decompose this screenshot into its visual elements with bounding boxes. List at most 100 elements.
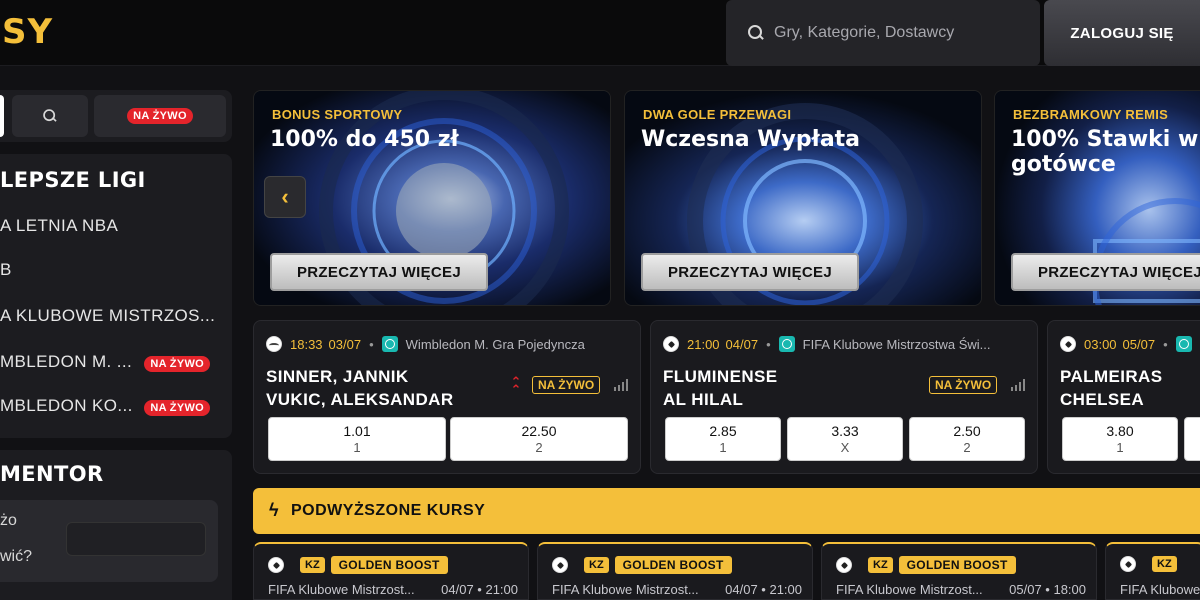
odd-button[interactable] <box>1184 417 1200 461</box>
kz-badge: KZ <box>300 557 325 573</box>
separator-dot: • <box>1163 336 1168 352</box>
tennis-ball-icon <box>266 336 282 352</box>
odd-button[interactable]: 3.33 X <box>787 417 903 461</box>
league-label: A LETNIA NBA <box>0 216 119 235</box>
search-placeholder: Gry, Kategorie, Dostawcy <box>774 24 955 41</box>
boost-card[interactable]: KZ GOLDEN BOOST FIFA Klubowe Mistrzost..… <box>537 542 813 600</box>
site-logo[interactable]: SY <box>2 12 53 52</box>
boost-datetime: 05/07 • 18:00 <box>1009 582 1086 597</box>
tab-search[interactable] <box>12 95 88 137</box>
soccer-ball-icon <box>552 557 568 573</box>
kz-badge: KZ <box>868 557 893 573</box>
separator-dot: • <box>369 336 374 352</box>
live-badge: NA ŻYWO <box>144 356 210 372</box>
match-teams: SINNER, JANNIK VUKIC, ALEKSANDAR <box>266 365 454 411</box>
boost-card[interactable]: KZ FIFA Klubowe Mistrzost... <box>1105 542 1200 600</box>
banner-subtitle: DWA GOLE PRZEWAGI <box>643 107 792 122</box>
lightning-icon <box>269 500 281 521</box>
boosted-odds-header[interactable]: PODWYŻSZONE KURSY <box>253 488 1200 534</box>
login-button[interactable]: ZALOGUJ SIĘ <box>1044 0 1200 66</box>
odd-value: 1.01 <box>343 423 371 439</box>
chevron-left-icon: ‹ <box>281 184 289 209</box>
mentor-title: MENTOR <box>0 462 104 486</box>
banner-subtitle: BEZBRAMKOWY REMIS <box>1013 107 1169 122</box>
mentor-text: żo <box>0 512 17 529</box>
tab-sports[interactable] <box>0 95 4 137</box>
sidebar-league-item[interactable]: A KLUBOWE MISTRZOS... <box>0 304 232 328</box>
read-more-button[interactable]: PRZECZYTAJ WIĘCEJ <box>1011 253 1200 291</box>
soccer-ball-icon <box>1120 556 1136 572</box>
serve-indicator-icon: ⌃ ⌃ <box>510 374 522 397</box>
read-more-button[interactable]: PRZECZYTAJ WIĘCEJ <box>270 253 488 291</box>
odd-value: 3.80 <box>1106 423 1134 439</box>
mentor-input[interactable] <box>66 522 206 556</box>
league-label: MBLEDON KO... <box>0 396 133 415</box>
mentor-box: żo wić? <box>0 500 218 582</box>
match-card[interactable]: 03:00 05/07 • PALMEIRAS CHELSEA 3.80 1 <box>1047 320 1200 474</box>
read-more-button[interactable]: PRZECZYTAJ WIĘCEJ <box>641 253 859 291</box>
match-league: Wimbledon M. Gra Pojedyncza <box>405 336 585 352</box>
odd-button[interactable]: 2.85 1 <box>665 417 781 461</box>
match-header: 03:00 05/07 • <box>1060 335 1200 353</box>
golden-boost-badge: GOLDEN BOOST <box>614 556 732 574</box>
match-teams: FLUMINENSE AL HILAL <box>663 365 778 411</box>
kz-badge: KZ <box>1152 556 1177 572</box>
match-card[interactable]: 18:33 03/07 • Wimbledon M. Gra Pojedyncz… <box>253 320 641 474</box>
boost-card[interactable]: KZ GOLDEN BOOST FIFA Klubowe Mistrzost..… <box>821 542 1097 600</box>
carousel-prev-button[interactable]: ‹ <box>264 176 306 218</box>
leagues-title: LEPSZE LIGI <box>0 168 146 192</box>
league-label: MBLEDON M. ... <box>0 352 133 371</box>
promo-banner[interactable]: DWA GOLE PRZEWAGI Wczesna Wypłata PRZECZ… <box>624 90 982 306</box>
odd-value: 3.33 <box>831 423 859 439</box>
live-badge: NA ŻYWO <box>127 108 193 124</box>
stats-icon[interactable] <box>614 379 628 391</box>
match-header: 21:00 04/07 • FIFA Klubowe Mistrzostwa Ś… <box>663 335 991 353</box>
tab-live[interactable]: NA ŻYWO <box>94 95 226 137</box>
odd-label: 1 <box>353 440 361 455</box>
boost-league: FIFA Klubowe Mistrzost... <box>836 582 983 597</box>
sidebar-league-item[interactable]: MBLEDON M. ... NA ŻYWO <box>0 350 232 374</box>
live-badge: NA ŻYWO <box>144 400 210 416</box>
top-header: SY Gry, Kategorie, Dostawcy ZALOGUJ SIĘ <box>0 0 1200 66</box>
promo-banner[interactable]: BEZBRAMKOWY REMIS 100% Stawki w gotówce … <box>994 90 1200 306</box>
soccer-ball-icon <box>1060 336 1076 352</box>
odd-label: 2 <box>963 440 971 455</box>
odd-label: 2 <box>535 440 543 455</box>
match-card[interactable]: 21:00 04/07 • FIFA Klubowe Mistrzostwa Ś… <box>650 320 1038 474</box>
sidebar-league-item[interactable]: A LETNIA NBA <box>0 214 232 238</box>
sidebar-league-item[interactable]: B <box>0 258 232 282</box>
globe-icon <box>381 336 398 352</box>
top-leagues-panel: LEPSZE LIGI A LETNIA NBA B A KLUBOWE MIS… <box>0 154 232 438</box>
sidebar-tabs: NA ŻYWO <box>0 90 232 142</box>
sidebar-league-item[interactable]: MBLEDON KO... NA ŻYWO <box>0 394 232 418</box>
odd-value: 2.50 <box>953 423 981 439</box>
boost-league: FIFA Klubowe Mistrzost... <box>1120 582 1200 597</box>
search-icon <box>43 109 57 123</box>
mentor-panel: MENTOR żo wić? <box>0 450 232 600</box>
league-label: A KLUBOWE MISTRZOS... <box>0 306 216 325</box>
team-away: AL HILAL <box>663 390 744 409</box>
team-away: VUKIC, ALEKSANDAR <box>266 390 454 409</box>
banner-title: 100% do 450 zł <box>270 127 459 152</box>
odd-button[interactable]: 1.01 1 <box>268 417 446 461</box>
team-home: SINNER, JANNIK <box>266 367 409 386</box>
promo-banner[interactable]: BONUS SPORTOWY 100% do 450 zł PRZECZYTAJ… <box>253 90 611 306</box>
live-badge: NA ŻYWO <box>532 376 601 394</box>
odd-button[interactable]: 2.50 2 <box>909 417 1025 461</box>
match-header: 18:33 03/07 • Wimbledon M. Gra Pojedyncz… <box>266 335 585 353</box>
golden-boost-badge: GOLDEN BOOST <box>330 556 448 574</box>
globe-icon <box>778 336 795 352</box>
match-date: 03/07 <box>328 336 362 352</box>
search-input[interactable]: Gry, Kategorie, Dostawcy <box>726 0 1040 66</box>
odd-button[interactable]: 22.50 2 <box>450 417 628 461</box>
team-home: PALMEIRAS <box>1060 367 1163 386</box>
odd-button[interactable]: 3.80 1 <box>1062 417 1178 461</box>
match-time: 03:00 <box>1084 336 1117 352</box>
stats-icon[interactable] <box>1011 379 1025 391</box>
league-label: B <box>0 260 12 279</box>
banner-subtitle: BONUS SPORTOWY <box>272 107 403 122</box>
boosted-odds-title: PODWYŻSZONE KURSY <box>291 502 486 519</box>
kz-badge: KZ <box>584 557 609 573</box>
mentor-text: wić? <box>0 548 33 565</box>
boost-card[interactable]: KZ GOLDEN BOOST FIFA Klubowe Mistrzost..… <box>253 542 529 600</box>
